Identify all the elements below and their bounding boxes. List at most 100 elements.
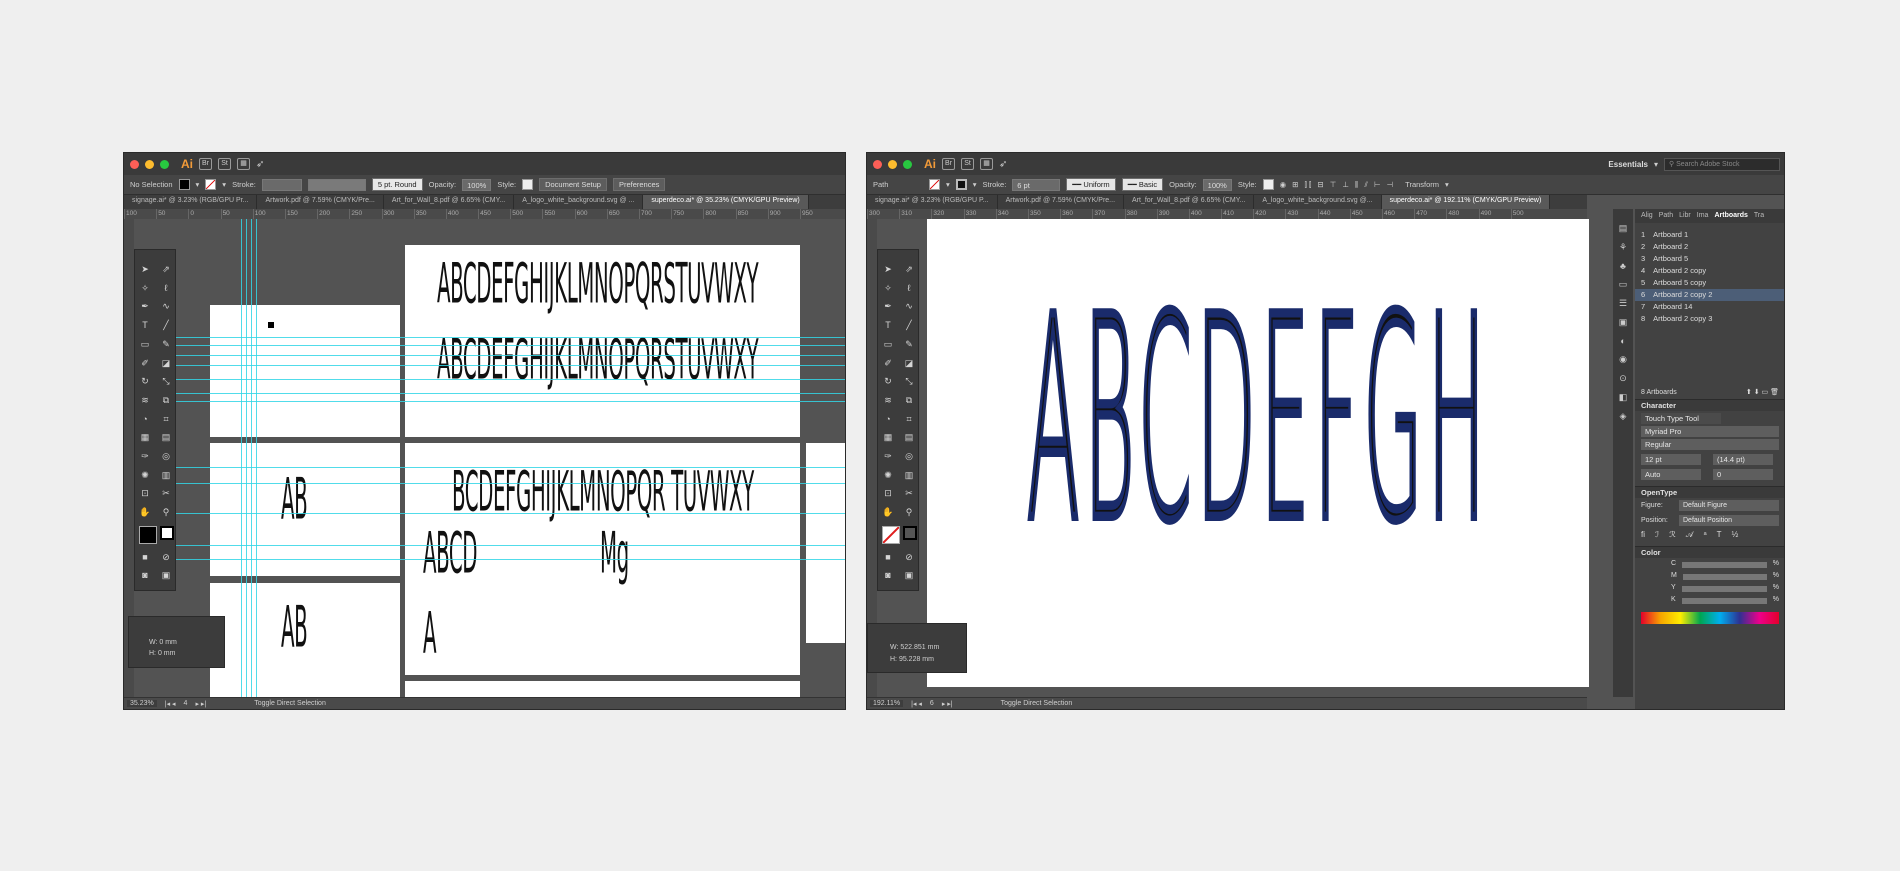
shaper-tool-icon[interactable]: ✐: [882, 358, 894, 369]
eraser-icon[interactable]: ◪: [903, 358, 915, 369]
free-transform-icon[interactable]: ⧉: [903, 395, 915, 406]
left-canvas[interactable]: ABCDEFGHIJKLMNOPQRSTUVWXY ABCDEFGHIJKLMN…: [134, 219, 845, 697]
preferences-button[interactable]: Preferences: [612, 178, 666, 191]
fill-swatch[interactable]: [929, 179, 940, 190]
font-size-field[interactable]: 12 pt: [1641, 454, 1701, 465]
line-tool-icon[interactable]: ╱: [903, 320, 915, 331]
bridge-button[interactable]: Br: [199, 158, 212, 170]
document-tab[interactable]: A_logo_white_background.svg @ ...: [514, 195, 644, 209]
symbol-sprayer-icon[interactable]: ✺: [882, 470, 894, 481]
kerning-field[interactable]: Auto: [1641, 469, 1701, 480]
artboard-right-edge[interactable]: [806, 443, 845, 643]
bridge-button[interactable]: Br: [942, 158, 955, 170]
artboard-number-field[interactable]: 6: [930, 700, 934, 707]
color-mode-icon[interactable]: ■: [882, 552, 894, 563]
selection-tool-icon[interactable]: ➤: [882, 264, 894, 275]
selection-tool-icon[interactable]: ➤: [139, 264, 151, 275]
artboard-large-bottom[interactable]: [405, 681, 800, 697]
magic-wand-icon[interactable]: ✧: [882, 283, 894, 294]
gradient-tool-icon[interactable]: ▤: [160, 432, 172, 443]
perspective-grid-icon[interactable]: ⌗: [903, 414, 915, 425]
position-select[interactable]: Default Position: [1679, 515, 1779, 526]
properties-icon[interactable]: ▤: [1619, 223, 1628, 234]
font-family-select[interactable]: Myriad Pro: [1641, 426, 1779, 437]
draw-mode-icon[interactable]: ◙: [882, 570, 894, 581]
artboard-row[interactable]: 2 Artboard 2: [1635, 241, 1784, 253]
document-tab[interactable]: Artwork.pdf @ 7.59% (CMYK/Pre...: [998, 195, 1125, 209]
color-slider-c[interactable]: C%: [1635, 558, 1784, 570]
swatches-icon[interactable]: ◉: [1619, 354, 1627, 365]
paintbrush-icon[interactable]: ✎: [903, 339, 915, 350]
artboard-row[interactable]: 5 Artboard 5 copy: [1635, 277, 1784, 289]
blend-tool-icon[interactable]: ◎: [903, 451, 915, 462]
zoom-window-button[interactable]: [160, 159, 169, 169]
artboard-tool-icon[interactable]: ⊡: [139, 488, 151, 499]
fill-none-icon[interactable]: [882, 525, 900, 544]
document-tab[interactable]: signage.ai* @ 3.23% (RGB/GPU Pr...: [124, 195, 258, 209]
minimize-window-button[interactable]: [145, 159, 154, 169]
artboard-row[interactable]: 8 Artboard 2 copy 3: [1635, 313, 1784, 325]
stock-button[interactable]: St: [218, 158, 231, 170]
graphic-styles-icon[interactable]: ◐: [1620, 336, 1625, 346]
transform-button[interactable]: Transform: [1405, 180, 1439, 189]
libraries-icon[interactable]: ⚘: [1619, 242, 1627, 253]
artboard-actions-icon[interactable]: ⬆ ⬇ ▭ 🗑: [1746, 387, 1779, 399]
arrange-documents-icon[interactable]: ▦: [237, 158, 250, 170]
shape-builder-icon[interactable]: ◔: [882, 414, 894, 425]
tab-artboards[interactable]: Artboards: [1714, 209, 1747, 223]
color-slider-k[interactable]: K%: [1635, 594, 1784, 606]
document-tab-active[interactable]: superdeco.ai* @ 192.11% (CMYK/GPU Previe…: [1381, 195, 1551, 209]
gradient-tool-icon[interactable]: ▤: [903, 432, 915, 443]
character-panel-header[interactable]: Character: [1635, 399, 1784, 411]
pen-tool-icon[interactable]: ✒: [882, 301, 894, 312]
mesh-tool-icon[interactable]: ▦: [139, 432, 151, 443]
width-tool-icon[interactable]: ≋: [882, 395, 894, 406]
leading-field[interactable]: (14.4 pt): [1713, 454, 1773, 465]
style-swatch[interactable]: [522, 179, 534, 190]
shape-builder-icon[interactable]: ◔: [139, 414, 151, 425]
stock-button[interactable]: St: [961, 158, 974, 170]
chevron-down-icon[interactable]: ▾: [222, 180, 226, 189]
opentype-panel-header[interactable]: OpenType: [1635, 486, 1784, 498]
minimize-window-button[interactable]: [888, 159, 897, 169]
opentype-feature-buttons[interactable]: ﬁ ℐ ℛ 𝒜 ᵃ T ½: [1635, 528, 1784, 542]
arrange-documents-icon[interactable]: ▦: [980, 158, 993, 170]
rotate-tool-icon[interactable]: ↻: [139, 376, 151, 387]
touch-type-button[interactable]: Touch Type Tool: [1641, 413, 1721, 424]
recolor-icon[interactable]: ◉: [1280, 180, 1287, 189]
hand-tool-icon[interactable]: ✋: [882, 507, 894, 518]
slice-tool-icon[interactable]: ✂: [160, 488, 172, 499]
color-spectrum[interactable]: [1641, 612, 1779, 624]
rotate-tool-icon[interactable]: ↻: [882, 376, 894, 387]
type-tool-icon[interactable]: T: [882, 320, 894, 331]
appearance-icon[interactable]: ▣: [1619, 317, 1628, 328]
direct-selection-tool-icon[interactable]: ⇗: [903, 264, 915, 275]
layers-icon[interactable]: ◈: [1620, 411, 1627, 422]
symbol-sprayer-icon[interactable]: ✺: [139, 470, 151, 481]
chevron-down-icon[interactable]: ▾: [973, 180, 977, 189]
rectangle-tool-icon[interactable]: ▭: [139, 339, 151, 350]
stroke-weight-field[interactable]: 6 pt: [1012, 178, 1061, 191]
line-tool-icon[interactable]: ╱: [160, 320, 172, 331]
chevron-down-icon[interactable]: ▾: [196, 180, 200, 189]
graph-tool-icon[interactable]: ▥: [903, 470, 915, 481]
width-tool-icon[interactable]: ≋: [139, 395, 151, 406]
variable-width-field[interactable]: [307, 178, 366, 191]
send-icon[interactable]: ➶: [256, 159, 264, 170]
artboard-row-selected[interactable]: 6 Artboard 2 copy 2: [1635, 289, 1784, 301]
zoom-tool-icon[interactable]: ⚲: [903, 507, 915, 518]
artboard-number-field[interactable]: 4: [184, 700, 188, 707]
stroke-weight-field[interactable]: [261, 178, 302, 191]
mesh-tool-icon[interactable]: ▦: [882, 432, 894, 443]
curvature-tool-icon[interactable]: ∿: [160, 301, 172, 312]
stroke-swatch[interactable]: [955, 179, 967, 190]
eraser-icon[interactable]: ◪: [160, 358, 172, 369]
brush-definition-select[interactable]: 5 pt. Round: [371, 178, 423, 191]
color-panel-header[interactable]: Color: [1635, 546, 1784, 558]
opacity-field[interactable]: 100%: [462, 178, 492, 191]
artboard-small-top[interactable]: [210, 305, 400, 437]
lasso-icon[interactable]: ℓ: [160, 283, 172, 294]
pen-tool-icon[interactable]: ✒: [139, 301, 151, 312]
right-canvas[interactable]: ABCDEFGH: [877, 219, 1589, 697]
slice-tool-icon[interactable]: ✂: [903, 488, 915, 499]
